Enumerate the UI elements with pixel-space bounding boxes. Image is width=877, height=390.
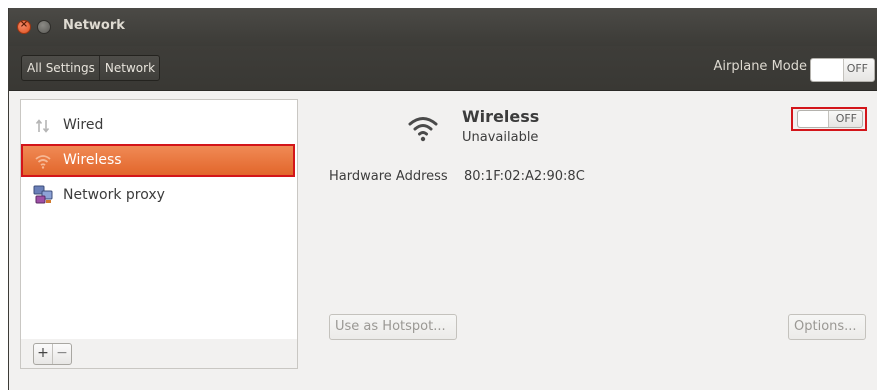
network-proxy-icon <box>33 185 53 204</box>
breadcrumb-network[interactable]: Network <box>100 56 159 80</box>
window-title: Network <box>63 18 125 33</box>
sidebar-item-label: Wireless <box>63 152 122 168</box>
minimize-button[interactable] <box>37 20 51 34</box>
sidebar-item-wired[interactable]: Wired <box>21 109 295 142</box>
use-as-hotspot-button[interactable]: Use as Hotspot... <box>329 314 457 340</box>
title-bar: × Network <box>9 8 877 46</box>
breadcrumb: All Settings Network <box>21 55 161 81</box>
toggle-knob <box>798 111 829 127</box>
airplane-mode-label: Airplane Mode <box>713 59 807 74</box>
wifi-icon <box>408 117 438 142</box>
wifi-icon <box>35 155 51 169</box>
connection-list: Wired Wireless Network proxy <box>20 99 298 341</box>
sidebar-item-label: Network proxy <box>63 187 165 203</box>
toolbar: All Settings Network Airplane Mode OFF <box>9 46 877 91</box>
sidebar-item-network-proxy[interactable]: Network proxy <box>21 179 295 212</box>
hardware-address-label: Hardware Address <box>329 169 448 184</box>
breadcrumb-all-settings[interactable]: All Settings <box>22 56 100 80</box>
airplane-mode-state: OFF <box>846 62 868 75</box>
wireless-toggle-state: OFF <box>835 112 857 125</box>
wireless-toggle-highlight: OFF <box>791 107 867 131</box>
wireless-toggle[interactable]: OFF <box>797 110 863 128</box>
airplane-mode-toggle[interactable]: OFF <box>810 58 875 82</box>
remove-connection-button[interactable]: − <box>52 344 71 364</box>
close-icon: × <box>19 19 29 30</box>
device-name: Wireless <box>462 107 540 126</box>
wired-network-icon <box>35 119 50 133</box>
device-status: Unavailable <box>462 130 539 145</box>
options-button[interactable]: Options... <box>788 314 866 340</box>
sidebar-item-wireless[interactable]: Wireless <box>21 144 295 177</box>
add-connection-button[interactable]: + <box>34 344 52 364</box>
add-remove-group: + − <box>33 343 72 365</box>
hardware-address-value: 80:1F:02:A2:90:8C <box>464 169 585 184</box>
close-button[interactable]: × <box>17 19 31 34</box>
toggle-knob <box>811 59 844 81</box>
sidebar-item-label: Wired <box>63 117 104 133</box>
list-toolbar: + − <box>20 339 298 369</box>
